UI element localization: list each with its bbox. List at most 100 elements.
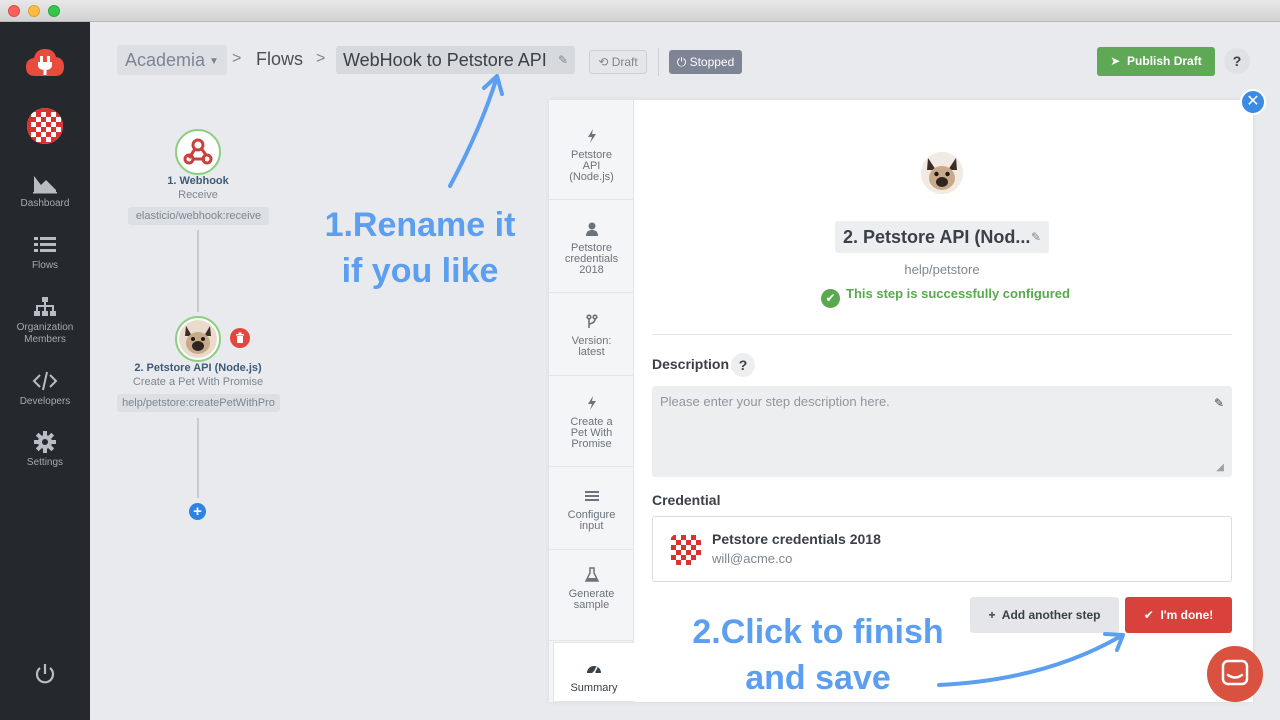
credential-email: will@acme.co <box>712 551 793 566</box>
nav-dashboard[interactable]: Dashboard <box>0 172 90 210</box>
divider <box>652 334 1232 335</box>
annotation-arrow <box>448 74 504 188</box>
breadcrumb-org-label: Academia <box>125 50 206 70</box>
credential-card[interactable]: Petstore credentials 2018 will@acme.co <box>652 516 1232 582</box>
tab-component-label: Petstore API (Node.js) <box>569 149 614 183</box>
step-name-editable[interactable]: 2. Petstore API (Nod... ✎ <box>835 221 1049 253</box>
header-divider <box>658 48 659 76</box>
nav-organization-members-label: Organization Members <box>16 322 74 345</box>
flow-name-label: WebHook to Petstore API <box>343 50 547 70</box>
credential-name: Petstore credentials 2018 <box>712 531 881 547</box>
publish-draft-button[interactable]: ➤ Publish Draft <box>1097 47 1215 76</box>
nav-developers[interactable]: Developers <box>0 370 90 408</box>
list-icon <box>34 237 56 252</box>
nav-flows[interactable]: Flows <box>0 234 90 272</box>
user-icon <box>585 222 598 236</box>
add-another-step-button[interactable]: + Add another step <box>970 597 1119 633</box>
trash-icon[interactable] <box>230 328 250 348</box>
pencil-icon[interactable]: ✎ <box>1214 396 1224 410</box>
power-small-icon: ⏻ <box>676 55 687 69</box>
main-area: Academia ▼ > Flows > WebHook to Petstore … <box>90 22 1280 720</box>
help-button[interactable]: ? <box>1224 48 1250 74</box>
step1-subtitle: Receive <box>178 189 218 201</box>
pencil-icon[interactable]: ✎ <box>1031 221 1041 253</box>
close-panel-icon[interactable]: ✕ <box>1240 89 1266 115</box>
annotation-rename: 1.Rename it if you like <box>324 206 516 290</box>
flow-connector <box>197 230 199 312</box>
step-status-label: This step is successfully configured <box>846 286 1070 301</box>
tab-configure-input[interactable]: Configure input <box>549 468 634 550</box>
petstore-step-node[interactable] <box>175 316 221 362</box>
breadcrumb-flows-link[interactable]: Flows <box>256 49 303 70</box>
description-label: Description <box>652 356 730 372</box>
code-icon <box>32 371 58 391</box>
breadcrumb-separator-icon: > <box>232 50 242 67</box>
credential-label: Credential <box>652 492 721 508</box>
power-icon[interactable] <box>33 662 57 686</box>
tab-summary-label: Summary <box>570 682 618 694</box>
dashboard-icon <box>33 176 57 194</box>
description-textarea[interactable]: Please enter your step description here.… <box>652 386 1232 477</box>
tab-configure-input-label: Configure input <box>567 509 616 532</box>
dog-avatar-icon <box>179 320 217 358</box>
im-done-button[interactable]: ✔ I'm done! <box>1125 597 1232 633</box>
tab-generate-sample[interactable]: Generate sample <box>549 551 634 641</box>
sidebar: Dashboard Flows Organization Members Dev… <box>0 22 90 720</box>
app-logo-icon[interactable] <box>25 46 65 78</box>
flask-icon <box>584 567 599 582</box>
publish-label: Publish Draft <box>1127 54 1202 68</box>
resize-handle-icon[interactable]: ◢ <box>1216 462 1224 473</box>
menu-icon <box>584 491 599 501</box>
step-component-path: help/petstore <box>904 262 980 277</box>
nav-organization-members[interactable]: Organization Members <box>0 296 90 346</box>
close-window-button[interactable] <box>8 5 20 17</box>
nav-dashboard-label: Dashboard <box>20 198 70 209</box>
step2-tag: help/petstore:createPetWithPro <box>117 394 280 412</box>
check-circle-icon: ✔ <box>821 289 840 308</box>
tab-component[interactable]: Petstore API (Node.js) <box>549 100 634 200</box>
tab-credentials-label: Petstore credentials 2018 <box>564 242 619 276</box>
tab-action-label: Create a Pet With Promise <box>570 416 613 450</box>
step2-title: 2. Petstore API (Node.js) <box>134 362 262 374</box>
stopped-button[interactable]: ⏻ Stopped <box>669 50 742 74</box>
webhook-step-node[interactable] <box>175 129 221 175</box>
tab-credentials[interactable]: Petstore credentials 2018 <box>549 201 634 293</box>
annotation-arrow <box>937 632 1125 687</box>
caret-down-icon: ▼ <box>209 56 219 67</box>
nav-developers-label: Developers <box>19 396 71 407</box>
gauge-icon <box>587 666 601 675</box>
send-icon: ➤ <box>1110 54 1121 68</box>
pencil-icon[interactable]: ✎ <box>558 46 568 74</box>
maximize-window-button[interactable] <box>48 5 60 17</box>
flow-connector <box>197 418 199 498</box>
gear-icon <box>34 431 56 453</box>
draft-button[interactable]: ⟲ Draft <box>589 50 647 74</box>
tab-summary[interactable]: Summary <box>553 642 635 702</box>
credential-logo <box>667 531 703 567</box>
done-label: I'm done! <box>1160 608 1214 622</box>
description-help-button[interactable]: ? <box>731 353 755 377</box>
chat-widget-icon[interactable] <box>1207 646 1263 702</box>
history-icon: ⟲ <box>598 55 609 69</box>
step1-title: 1. Webhook <box>167 175 229 187</box>
branch-icon <box>585 314 598 328</box>
tab-action[interactable]: Create a Pet With Promise <box>549 377 634 467</box>
minimize-window-button[interactable] <box>28 5 40 17</box>
window-titlebar <box>0 0 1280 22</box>
step-name-label: 2. Petstore API (Nod... <box>843 227 1031 247</box>
step2-subtitle: Create a Pet With Promise <box>132 376 264 388</box>
organization-avatar[interactable] <box>27 108 63 144</box>
nav-settings[interactable]: Settings <box>0 431 90 469</box>
webhook-icon <box>183 138 213 165</box>
tab-generate-sample-label: Generate sample <box>568 588 615 611</box>
add-step-plus-icon[interactable]: + <box>189 503 206 520</box>
bolt-icon <box>587 396 596 410</box>
org-members-icon <box>34 297 56 316</box>
breadcrumb-separator-icon: > <box>316 50 326 67</box>
tab-version[interactable]: Version: latest <box>549 294 634 376</box>
tab-version-label: Version: latest <box>571 335 612 358</box>
breadcrumb-org-select[interactable]: Academia ▼ <box>117 45 227 75</box>
nav-settings-label: Settings <box>26 457 64 468</box>
annotation-finish: 2.Click to finish and save <box>692 613 944 697</box>
check-icon: ✔ <box>1143 608 1154 622</box>
